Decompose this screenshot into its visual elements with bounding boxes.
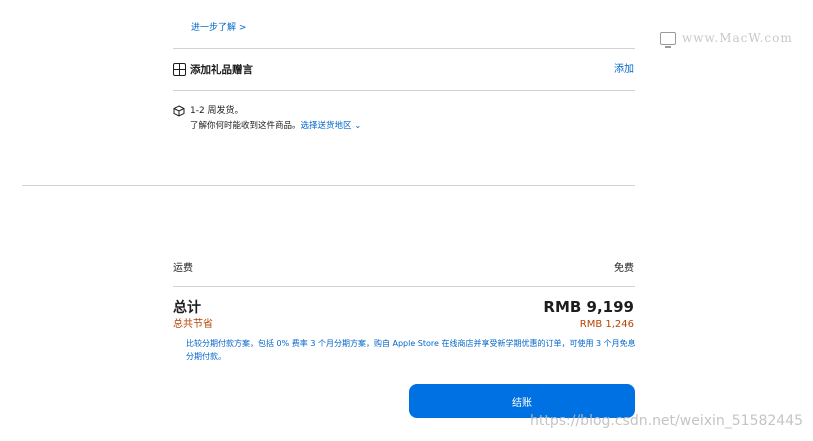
delivery-info-text: 了解你何时能收到这件商品。 bbox=[190, 121, 301, 131]
saving-label: 总共节省 bbox=[173, 319, 213, 330]
section-divider bbox=[22, 185, 635, 186]
shipping-label: 运费 bbox=[173, 263, 193, 274]
gift-message-label: 添加礼品赠言 bbox=[190, 64, 253, 76]
divider bbox=[173, 48, 635, 49]
package-icon bbox=[173, 105, 185, 117]
divider bbox=[173, 90, 635, 91]
installment-note-link[interactable]: 比较分期付款方案，包括 0% 费率 3 个月分期方案，购自 Apple Stor… bbox=[186, 337, 636, 363]
saving-value: RMB 1,246 bbox=[579, 319, 634, 330]
delivery-info: 了解你何时能收到这件商品。选择送货地区 ⌄ bbox=[190, 120, 361, 132]
delivery-time: 1-2 周发货。 bbox=[190, 106, 244, 116]
choose-delivery-area-link[interactable]: 选择送货地区 bbox=[301, 121, 352, 131]
chevron-down-icon: ⌄ bbox=[354, 121, 362, 131]
total-label: 总计 bbox=[173, 300, 201, 316]
add-gift-message-link[interactable]: 添加 bbox=[614, 63, 634, 77]
mac-watermark: www.MacW.com bbox=[660, 31, 793, 48]
csdn-watermark: https://blog.csdn.net/weixin_51582445 bbox=[530, 413, 804, 429]
learn-more-link[interactable]: 进一步了解 > bbox=[191, 22, 246, 34]
total-value: RMB 9,199 bbox=[543, 298, 634, 316]
monitor-icon bbox=[660, 31, 676, 48]
gift-icon bbox=[173, 63, 186, 76]
shipping-value: 免费 bbox=[614, 263, 634, 274]
mac-watermark-text: www.MacW.com bbox=[682, 31, 793, 45]
divider bbox=[173, 286, 635, 287]
